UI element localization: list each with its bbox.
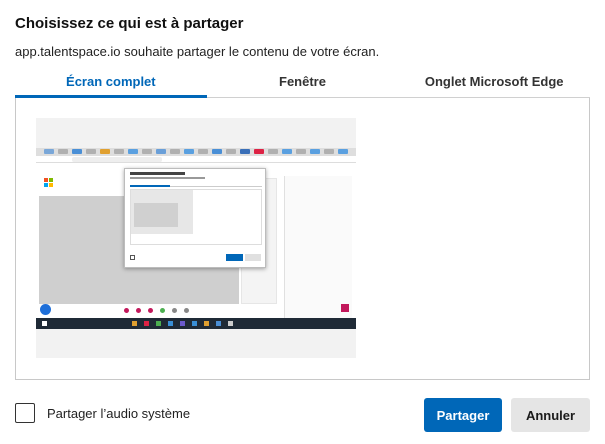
tab-edge-tab[interactable]: Onglet Microsoft Edge bbox=[398, 68, 590, 97]
microsoft-logo-icon bbox=[44, 178, 53, 187]
share-button[interactable]: Partager bbox=[424, 398, 502, 432]
accessibility-icon bbox=[40, 304, 51, 315]
dialog-subtitle: app.talentspace.io souhaite partager le … bbox=[15, 44, 380, 59]
dialog-title: Choisissez ce qui est à partager bbox=[15, 15, 244, 32]
mini-call-controls bbox=[124, 307, 204, 315]
share-audio-checkbox[interactable] bbox=[15, 403, 35, 423]
tab-window[interactable]: Fenêtre bbox=[207, 68, 399, 97]
source-panel bbox=[15, 98, 590, 380]
mini-tabstrip bbox=[36, 148, 356, 156]
screen-thumbnail[interactable] bbox=[36, 118, 356, 358]
mini-share-dialog bbox=[124, 168, 266, 268]
source-tabs: Écran complet Fenêtre Onglet Microsoft E… bbox=[15, 68, 590, 98]
share-audio-label: Partager l’audio système bbox=[47, 405, 191, 421]
cancel-button[interactable]: Annuler bbox=[511, 398, 590, 432]
share-audio-option[interactable]: Partager l’audio système bbox=[15, 403, 190, 423]
tab-full-screen[interactable]: Écran complet bbox=[15, 68, 207, 98]
